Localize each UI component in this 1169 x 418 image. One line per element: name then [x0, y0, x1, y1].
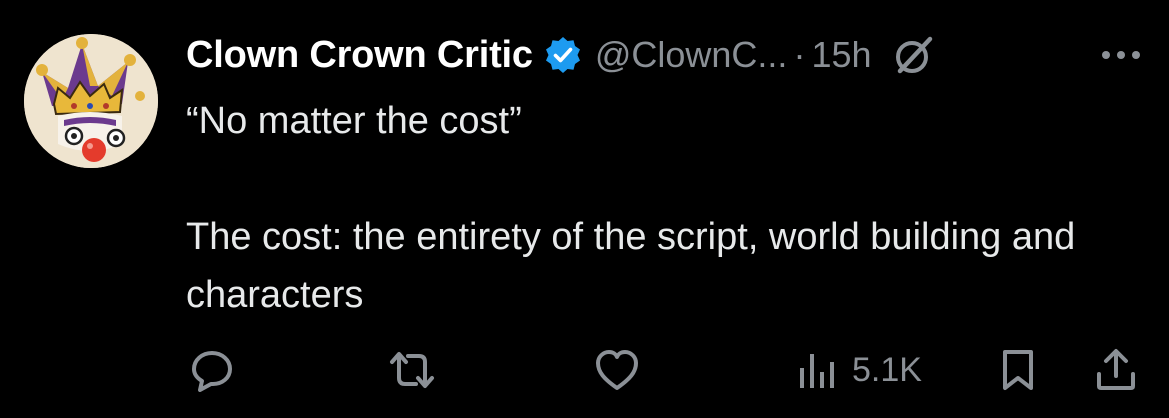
tweet-text-line-2: The cost: the entirety of the script, wo… — [186, 216, 1076, 316]
grok-icon[interactable] — [892, 33, 936, 77]
reply-button[interactable] — [190, 338, 234, 402]
more-options-icon[interactable] — [1096, 40, 1146, 70]
tweet-header: Clown Crown Critic @ClownC... · 15h — [186, 30, 1146, 80]
like-button[interactable] — [594, 338, 640, 402]
tweet-actions-bar: 5.1K — [186, 338, 1146, 402]
views-button[interactable]: 5.1K — [798, 338, 922, 402]
jester-clown-avatar-icon — [24, 34, 158, 168]
timestamp[interactable]: 15h — [811, 34, 871, 76]
separator-dot: · — [793, 34, 806, 75]
views-icon — [800, 354, 834, 388]
retweet-button[interactable] — [386, 338, 438, 402]
like-icon — [596, 350, 638, 390]
verified-badge-icon[interactable] — [543, 35, 583, 75]
avatar[interactable] — [24, 34, 158, 168]
reply-icon — [192, 351, 232, 392]
bookmark-button[interactable] — [998, 338, 1038, 402]
tweet-text-line-1: “No matter the cost” — [186, 100, 522, 142]
share-icon — [1097, 349, 1135, 390]
user-handle[interactable]: @ClownC... — [595, 34, 788, 76]
share-button[interactable] — [1094, 338, 1138, 402]
retweet-icon — [390, 352, 434, 388]
views-count: 5.1K — [852, 350, 922, 389]
bookmark-icon — [1003, 350, 1033, 390]
display-name[interactable]: Clown Crown Critic — [186, 34, 533, 77]
tweet-text: “No matter the cost” The cost: the entir… — [186, 92, 1126, 324]
